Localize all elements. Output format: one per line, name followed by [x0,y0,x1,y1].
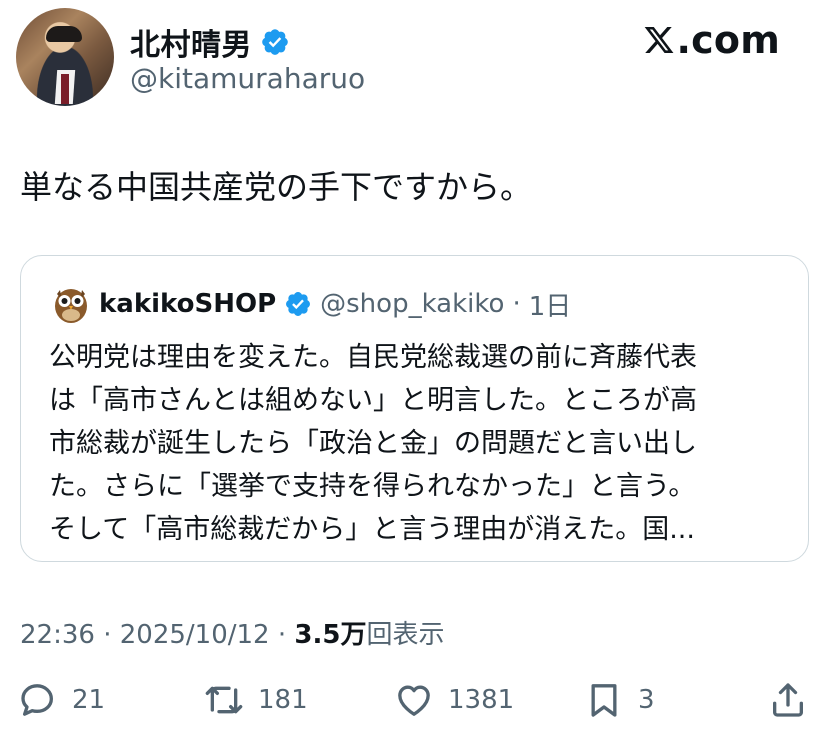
share-icon [773,683,803,717]
repost-count: 181 [258,685,308,715]
tweet-text: 単なる中国共産党の手下ですから。 [20,168,533,206]
quote-age[interactable]: 1日 [529,286,572,323]
avatar[interactable] [16,8,114,106]
verified-badge-icon [286,292,311,316]
verified-badge-icon [262,29,288,55]
repost-icon [205,686,243,714]
x-logo-icon [644,27,673,53]
avatar-hair [46,26,82,42]
tweet-timestamp: 22:36 · 2025/10/12 · 3.5万回表示 [20,614,444,651]
reply-count: 21 [72,685,106,715]
like-button[interactable]: 1381 [394,680,514,720]
view-count[interactable]: 3.5万 [294,620,366,650]
like-count: 1381 [448,685,515,715]
quote-author-name[interactable]: kakikoSHOP [99,289,276,319]
quote-author-handle[interactable]: @shop_kakiko [320,289,504,319]
share-button[interactable] [768,680,808,720]
author-handle[interactable]: @kitamuraharuo [130,62,365,95]
owl-avatar-icon [55,289,87,323]
quote-body: 公明党は理由を変えた。自民党総裁選の前に斉藤代表 は「高市さんとは組めない」と明… [49,336,784,551]
quote-line: そして「高市総裁だから」と言う理由が消えた。国... [49,514,695,545]
reply-icon [21,684,53,716]
quote-line: 市総裁が誕生したら「政治と金」の問題だと言い出し [49,428,697,459]
bookmark-button[interactable]: 3 [584,680,655,720]
author-name[interactable]: 北村晴男 [130,20,252,64]
quote-meta-separator: · [512,289,521,319]
avatar-tie [61,74,69,104]
action-bar: 21 181 1381 3 [18,680,810,726]
timestamp-time[interactable]: 22:36 [20,620,95,650]
bookmark-count: 3 [638,685,655,715]
reply-button[interactable]: 21 [18,680,105,720]
quoted-tweet[interactable]: kakikoSHOP @shop_kakiko · 1日 公明党は理由を変えた。… [20,255,809,562]
author-name-row: 北村晴男 [130,20,290,64]
timestamp-date[interactable]: 2025/10/12 [120,620,270,650]
timestamp-separator: · [277,620,287,650]
quote-header: kakikoSHOP @shop_kakiko · 1日 [51,284,571,324]
repost-button[interactable]: 181 [204,680,308,720]
view-count-label: 回表示 [366,620,445,650]
bookmark-icon [591,684,617,717]
quote-line: た。さらに「選挙で支持を得られなかった」と言う。 [49,471,696,502]
brand-logo: .com [643,18,780,62]
quote-line: は「高市さんとは組めない」と明言した。ところが高 [49,385,697,416]
quote-line: 公明党は理由を変えた。自民党総裁選の前に斉藤代表 [49,342,697,373]
heart-icon [398,685,430,716]
timestamp-separator: · [103,620,112,650]
brand-text: .com [676,18,780,62]
